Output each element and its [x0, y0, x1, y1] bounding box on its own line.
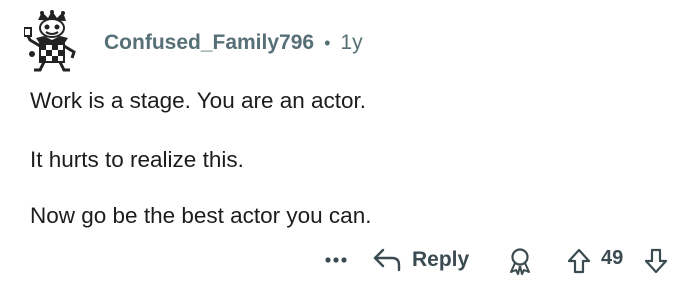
username-link[interactable]: Confused_Family796: [104, 31, 314, 55]
comment: Confused_Family796 • 1y Work is a stage.…: [0, 0, 700, 286]
downvote-arrow-icon: [644, 248, 668, 274]
award-button[interactable]: [505, 246, 535, 276]
comment-body-line: Work is a stage. You are an actor.: [30, 88, 367, 113]
vote-count: 49: [601, 247, 624, 269]
downvote-button[interactable]: [642, 246, 670, 276]
upvote-button[interactable]: [565, 246, 593, 276]
reply-arrow-icon: [373, 248, 401, 272]
upvote-arrow-icon: [567, 248, 591, 274]
meta-separator: •: [324, 32, 331, 53]
comment-body-line: It hurts to realize this.: [30, 147, 244, 172]
timestamp[interactable]: 1y: [340, 31, 362, 55]
more-options-button[interactable]: [320, 246, 352, 274]
award-icon: [510, 248, 530, 275]
reply-label: Reply: [412, 248, 470, 271]
comment-action-bar: Reply 49: [0, 240, 700, 280]
comment-body-line: Now go be the best actor you can.: [30, 203, 372, 228]
reply-button[interactable]: Reply: [372, 242, 469, 278]
ellipsis-icon: [325, 257, 347, 263]
avatar[interactable]: [23, 10, 78, 72]
avatar-illustration-icon: [23, 10, 76, 72]
comment-header: Confused_Family796 • 1y: [104, 28, 363, 58]
